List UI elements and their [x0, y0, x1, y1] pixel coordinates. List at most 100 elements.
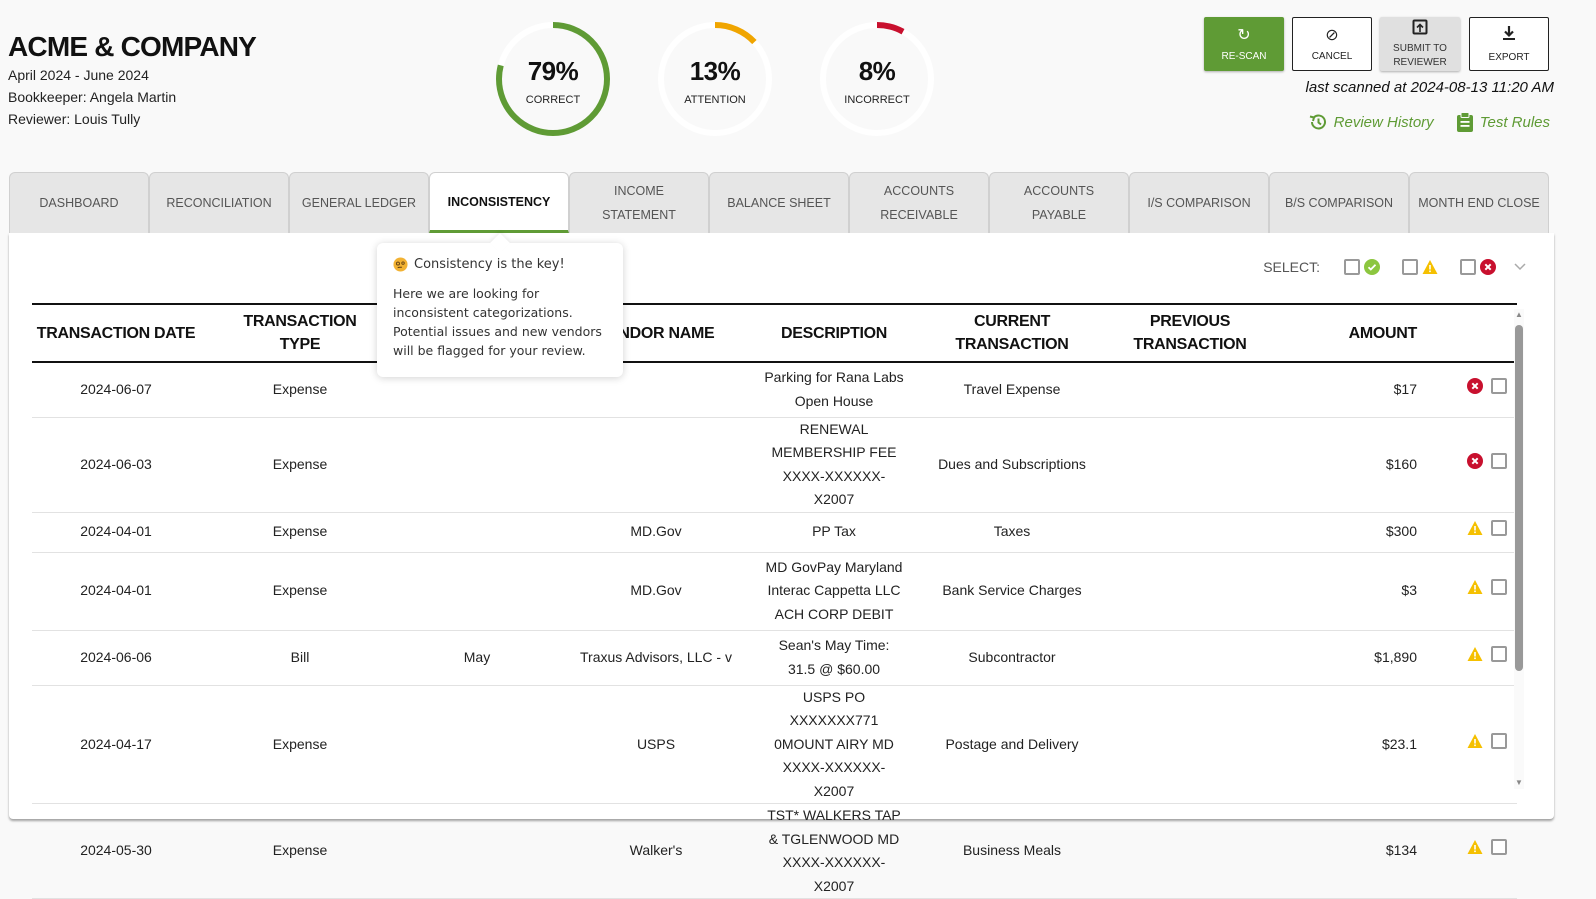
select-label: SELECT: [1263, 259, 1320, 275]
woozy-face-emoji-icon [393, 257, 408, 272]
status-wrap [1467, 378, 1507, 394]
test-rules-link[interactable]: Test Rules [1456, 112, 1550, 132]
cell-description: RENEWAL MEMBERSHIP FEE XXXX-XXXXXX-X2007 [758, 417, 910, 513]
col-description[interactable]: DESCRIPTION [758, 303, 910, 363]
reviewer: Reviewer: Louis Tully [8, 111, 141, 127]
tab-label: GENERAL LEDGER [301, 196, 417, 210]
test-rules-label: Test Rules [1479, 113, 1550, 131]
cell-description: PP Tax [758, 512, 910, 553]
scrollbar-thumb[interactable] [1515, 325, 1523, 671]
row-checkbox[interactable] [1491, 645, 1507, 662]
tab-bs-comparison[interactable]: B/S COMPARISON [1269, 172, 1409, 233]
table-row[interactable]: 2024-04-17 Expense USPS USPS PO XXXXXXX771 … [32, 685, 1517, 804]
tooltip-body: Here we are looking for inconsistent cat… [393, 286, 602, 358]
scroll-down-icon[interactable]: ▼ [1515, 779, 1523, 787]
tooltip-title-text: Consistency is the key! [414, 257, 565, 272]
tab-label: INCOME STATEMENT [602, 184, 676, 222]
status-wrap [1467, 520, 1507, 537]
tab-dashboard[interactable]: DASHBOARD [9, 172, 149, 233]
tab-is-comparison[interactable]: I/S COMPARISON [1129, 172, 1269, 233]
submit-to-reviewer-button[interactable]: SUBMIT TO REVIEWER [1380, 17, 1460, 71]
cell-type: Expense [200, 803, 400, 899]
check-circle-icon [1364, 259, 1380, 275]
table-row[interactable]: 2024-06-06 Bill May Traxus Advisors, LLC - … [32, 630, 1517, 686]
inconsistency-tooltip: Consistency is the key! Here we are look… [377, 243, 623, 377]
tab-accounts-receivable[interactable]: ACCOUNTS RECEIVABLE [849, 172, 989, 233]
scroll-up-icon[interactable]: ▲ [1515, 311, 1523, 319]
rescan-label: RE-SCAN [1221, 50, 1267, 62]
tab-accounts-payable[interactable]: ACCOUNTS PAYABLE [989, 172, 1129, 233]
review-history-link[interactable]: Review History [1308, 112, 1434, 132]
warning-icon [1467, 521, 1483, 536]
cell-status [1437, 685, 1517, 804]
rescan-button[interactable]: ↻ RE-SCAN [1204, 17, 1284, 71]
tab-bar: DASHBOARD RECONCILIATION GENERAL LEDGER … [9, 172, 1549, 233]
tab-label: I/S COMPARISON [1147, 196, 1251, 210]
cell-previous-transaction [1114, 362, 1266, 418]
status-wrap [1467, 579, 1507, 596]
cell-previous-transaction [1114, 552, 1266, 631]
table-body: 2024-06-07 Expense Parking for Rana Labs O… [32, 362, 1517, 899]
cell-description: TST* WALKERS TAP & TGLENWOOD MD XXXX-XXX… [758, 803, 910, 899]
tab-label: B/S COMPARISON [1284, 196, 1394, 210]
tab-reconciliation[interactable]: RECONCILIATION [149, 172, 289, 233]
history-icon [1309, 114, 1326, 130]
row-checkbox[interactable] [1491, 579, 1507, 596]
row-checkbox[interactable] [1491, 839, 1507, 856]
table-row[interactable]: 2024-04-01 Expense MD.Gov MD GovPay Marylan… [32, 552, 1517, 631]
cell-vendor: MD.Gov [554, 512, 758, 553]
row-checkbox[interactable] [1491, 378, 1507, 394]
company-info: ACME & COMPANY April 2024 - June 2024 Bo… [8, 30, 257, 130]
export-button[interactable]: EXPORT [1469, 17, 1549, 71]
error-circle-icon [1480, 259, 1496, 275]
cell-vendor: Traxus Advisors, LLC - v [554, 630, 758, 686]
review-history-label: Review History [1333, 113, 1434, 131]
row-checkbox[interactable] [1491, 520, 1507, 537]
tab-label: ACCOUNTS PAYABLE [1023, 184, 1095, 222]
cell-description: Parking for Rana Labs Open House [758, 362, 910, 418]
table-row[interactable]: 2024-06-03 Expense RENEWAL MEMBERSHIP FEE … [32, 417, 1517, 513]
cell-type: Expense [200, 685, 400, 804]
tab-balance-sheet[interactable]: BALANCE SHEET [709, 172, 849, 233]
row-checkbox[interactable] [1491, 732, 1507, 749]
chevron-down-icon[interactable] [1514, 260, 1526, 274]
warning-icon [1467, 840, 1483, 855]
cell-current-transaction: Travel Expense [910, 362, 1114, 418]
tab-income-statement[interactable]: INCOME STATEMENT [569, 172, 709, 233]
cell-previous-transaction [1114, 512, 1266, 553]
cell-status [1437, 803, 1517, 899]
col-previous-transaction[interactable]: PREVIOUS TRANSACTION [1114, 303, 1266, 363]
cancel-button[interactable]: ⊘ CANCEL [1292, 17, 1372, 71]
cell-amount: $1,890 [1266, 630, 1437, 686]
cell-current-transaction: Postage and Delivery [910, 685, 1114, 804]
select-incorrect-checkbox[interactable] [1460, 259, 1476, 275]
table-row[interactable]: 2024-05-30 Expense Walker's TST* WALKERS TA… [32, 803, 1517, 899]
cell-type: Expense [200, 552, 400, 631]
tab-inconsistency[interactable]: INCONSISTENCY [429, 172, 569, 233]
gauge-incorrect-value: 8% [858, 56, 896, 86]
cell-previous-transaction [1114, 630, 1266, 686]
col-amount[interactable]: AMOUNT [1266, 303, 1437, 363]
cell-description: USPS PO XXXXXXX771 0MOUNT AIRY MD XXXX-X… [758, 685, 910, 804]
table-row[interactable]: 2024-04-01 Expense MD.Gov PP Tax Taxes $300 [32, 512, 1517, 553]
col-current-transaction[interactable]: CURRENT TRANSACTION [910, 303, 1114, 363]
error-circle-icon [1467, 378, 1483, 394]
cell-extra [400, 552, 554, 631]
row-checkbox[interactable] [1491, 452, 1507, 469]
cell-status [1437, 630, 1517, 686]
tab-label: INCONSISTENCY [447, 194, 551, 209]
gauge-correct-value: 79% [527, 56, 579, 86]
cell-current-transaction: Taxes [910, 512, 1114, 553]
table-row[interactable]: 2024-06-07 Expense Parking for Rana Labs O… [32, 362, 1517, 418]
tab-general-ledger[interactable]: GENERAL LEDGER [289, 172, 429, 233]
table-scrollbar[interactable]: ▲ ▼ [1514, 309, 1524, 789]
tab-month-end-close[interactable]: MONTH END CLOSE [1409, 172, 1549, 233]
select-attention-checkbox[interactable] [1402, 259, 1418, 275]
warning-icon [1467, 646, 1483, 661]
col-transaction-date[interactable]: TRANSACTION DATE [32, 303, 200, 363]
cancel-icon: ⊘ [1325, 26, 1339, 44]
select-correct-checkbox[interactable] [1344, 259, 1360, 275]
col-transaction-type[interactable]: TRANSACTION TYPE [200, 303, 400, 363]
cell-date: 2024-05-30 [32, 803, 200, 899]
company-name: ACME & COMPANY [8, 31, 257, 62]
